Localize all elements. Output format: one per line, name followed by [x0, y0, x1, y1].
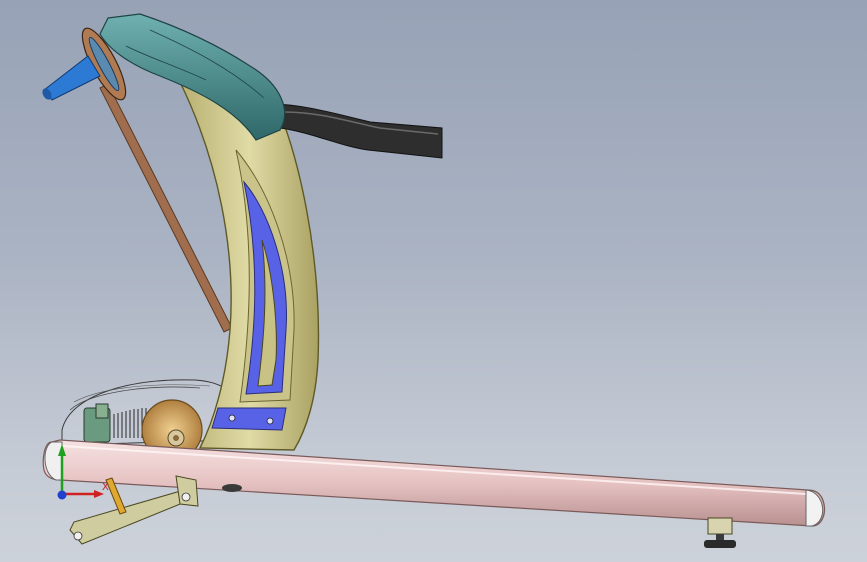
console-handle[interactable]	[99, 13, 286, 141]
rear-foot-pad[interactable]	[704, 540, 736, 548]
coordinate-triad: X	[57, 444, 109, 500]
upright-base-plate[interactable]	[211, 407, 287, 431]
motor-block[interactable]	[95, 403, 109, 419]
motor-pulley-center	[173, 435, 179, 441]
lift-bracket[interactable]	[175, 475, 199, 507]
treadmill-model[interactable]	[0, 0, 867, 562]
blue-cone[interactable]	[43, 55, 101, 101]
front-pivot	[222, 484, 242, 492]
rear-foot-block[interactable]	[707, 517, 733, 535]
triad-z-origin-icon	[57, 490, 67, 500]
triad-x-label: X	[102, 482, 109, 493]
plate-bolt-left	[228, 414, 236, 422]
plate-bolt-right	[266, 417, 274, 425]
triad-y-arrow-icon	[58, 444, 66, 456]
graphics-viewport[interactable]: X	[0, 0, 867, 562]
lift-pin-2	[181, 492, 191, 502]
lift-pin-1	[73, 531, 83, 541]
